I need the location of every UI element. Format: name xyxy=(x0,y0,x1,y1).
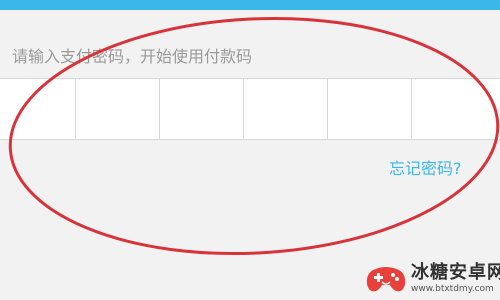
forgot-password-link[interactable]: 忘记密码? xyxy=(389,155,462,179)
top-bar xyxy=(0,0,500,10)
password-input[interactable] xyxy=(0,78,500,140)
watermark: 冰糖安卓网 www.btxtdmy.com xyxy=(365,262,500,296)
watermark-name: 冰糖安卓网 xyxy=(411,262,500,283)
watermark-url: www.btxtdmy.com xyxy=(411,284,494,294)
pin-cell-6[interactable] xyxy=(411,79,500,139)
pin-cell-4[interactable] xyxy=(243,79,327,139)
pin-cell-5[interactable] xyxy=(327,79,411,139)
password-prompt: 请输入支付密码，开始使用付款码 xyxy=(12,47,253,66)
game-controller-icon xyxy=(365,262,407,296)
pin-cell-1[interactable] xyxy=(0,79,75,139)
pin-cell-3[interactable] xyxy=(159,79,243,139)
pin-cell-2[interactable] xyxy=(75,79,159,139)
